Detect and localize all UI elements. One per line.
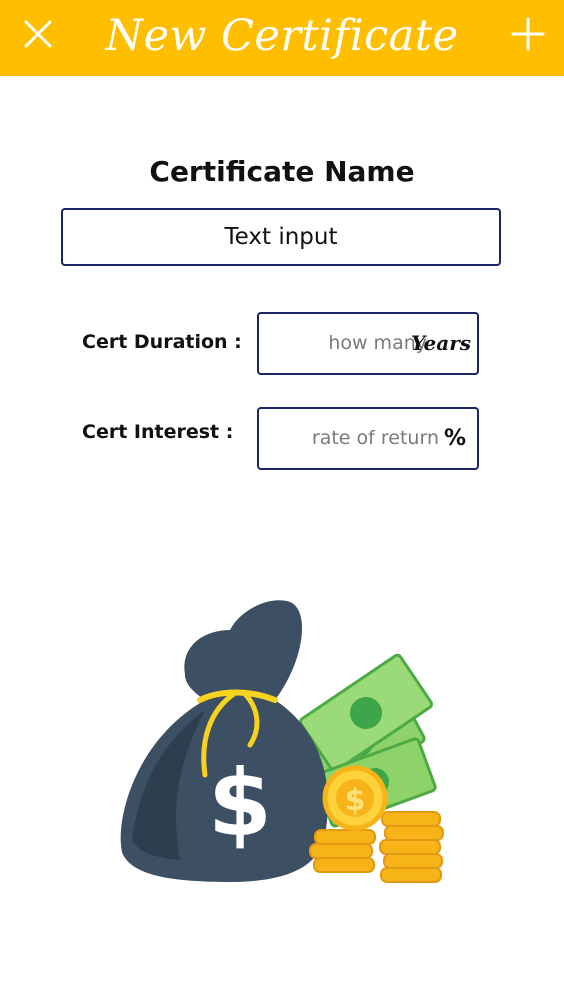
cert-interest-label: Cert Interest :: [82, 421, 234, 443]
cert-duration-input[interactable]: how many Years: [257, 312, 479, 375]
svg-text:$: $: [345, 783, 366, 818]
money-bag-icon: $: [120, 600, 328, 882]
plus-icon[interactable]: [508, 14, 548, 54]
cert-interest-placeholder: rate of return: [311, 427, 439, 449]
certificate-name-heading: Certificate Name: [149, 155, 415, 188]
app-header: New Certificate: [0, 0, 564, 76]
page-title: New Certificate: [105, 11, 459, 61]
cert-duration-label: Cert Duration :: [82, 331, 242, 353]
money-bag-illustration: $ $: [120, 600, 444, 883]
svg-text:$: $: [208, 750, 272, 857]
cert-interest-input[interactable]: rate of return %: [257, 407, 479, 470]
years-unit-label: Years: [410, 331, 471, 355]
certificate-name-input[interactable]: Text input: [61, 208, 501, 266]
percent-unit-label: %: [443, 426, 466, 451]
